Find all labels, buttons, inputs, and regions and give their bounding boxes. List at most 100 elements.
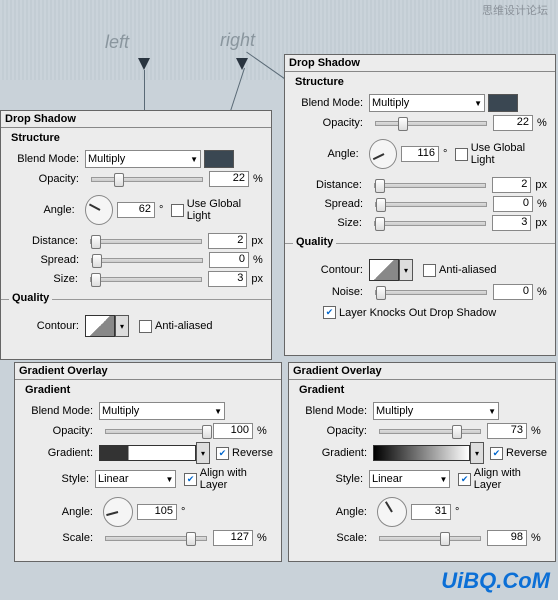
gradient-dropdown[interactable]: ▾	[196, 442, 210, 464]
blend-mode-select[interactable]: Multiply▼	[85, 150, 201, 168]
angle-input[interactable]: 62	[117, 202, 155, 218]
opacity-label: Opacity:	[9, 173, 85, 185]
blend-value: Multiply	[376, 405, 413, 417]
angle-label: Angle:	[293, 148, 365, 160]
noise-input[interactable]: 0	[493, 284, 533, 300]
size-slider[interactable]	[374, 221, 486, 226]
distance-label: Distance:	[293, 179, 368, 191]
blend-label: Blend Mode:	[9, 153, 85, 165]
blend-label: Blend Mode:	[293, 97, 369, 109]
contour-preview[interactable]	[85, 315, 115, 337]
blend-mode-select[interactable]: Multiply ▼	[373, 402, 499, 420]
aa-checkbox[interactable]	[423, 264, 436, 277]
align-label: Align with Layer	[474, 467, 547, 491]
distance-input[interactable]: 2	[492, 177, 531, 193]
align-checkbox[interactable]	[184, 473, 196, 486]
align-checkbox[interactable]	[458, 473, 470, 486]
noise-label: Noise:	[293, 286, 369, 298]
opacity-input[interactable]: 100	[213, 423, 253, 439]
opacity-slider[interactable]	[91, 177, 203, 182]
noise-slider[interactable]	[375, 290, 487, 295]
gradient-preview[interactable]	[373, 445, 470, 461]
go-panel-right: Gradient Overlay Gradient Blend Mode: Mu…	[288, 362, 556, 562]
spread-input[interactable]: 0	[493, 196, 533, 212]
opacity-input[interactable]: 73	[487, 423, 527, 439]
scale-slider[interactable]	[379, 536, 481, 541]
panel-header: Gradient Overlay	[15, 363, 281, 380]
section-gradient: Gradient	[25, 384, 281, 396]
blend-mode-select[interactable]: Multiply ▼	[369, 94, 485, 112]
scale-slider[interactable]	[105, 536, 207, 541]
aa-checkbox[interactable]	[139, 320, 152, 333]
blend-value: Multiply	[372, 97, 409, 109]
scale-input[interactable]: 127	[213, 530, 253, 546]
contour-dropdown[interactable]: ▾	[399, 259, 413, 281]
reverse-checkbox[interactable]	[216, 447, 229, 460]
size-slider[interactable]	[90, 277, 202, 282]
go-panel-left: Gradient Overlay Gradient Blend Mode: Mu…	[14, 362, 282, 562]
distance-slider[interactable]	[374, 183, 486, 188]
angle-knob[interactable]	[85, 195, 113, 225]
style-value: Linear	[372, 473, 403, 485]
left-arrow-icon	[138, 58, 150, 70]
style-select[interactable]: Linear▼	[95, 470, 176, 488]
global-light-checkbox[interactable]	[455, 148, 467, 161]
angle-label: Angle:	[23, 506, 99, 518]
angle-knob[interactable]	[377, 497, 407, 527]
opacity-slider[interactable]	[375, 121, 487, 126]
angle-input[interactable]: 116	[401, 146, 439, 162]
contour-dropdown[interactable]: ▾	[115, 315, 129, 337]
distance-slider[interactable]	[90, 239, 202, 244]
scale-input[interactable]: 98	[487, 530, 527, 546]
reverse-checkbox[interactable]	[490, 447, 503, 460]
aa-label: Anti-aliased	[155, 320, 212, 332]
angle-knob[interactable]	[103, 497, 133, 527]
blend-label: Blend Mode:	[297, 405, 373, 417]
angle-input[interactable]: 31	[411, 504, 451, 520]
size-input[interactable]: 3	[492, 215, 531, 231]
gradient-preview[interactable]	[99, 445, 196, 461]
size-label: Size:	[293, 217, 368, 229]
shadow-color-swatch[interactable]	[488, 94, 518, 112]
gradient-label: Gradient:	[23, 447, 99, 459]
chevron-down-icon: ▼	[474, 99, 482, 108]
angle-knob[interactable]	[369, 139, 397, 169]
size-input[interactable]: 3	[208, 271, 247, 287]
spread-label: Spread:	[293, 198, 369, 210]
ds-panel-left: Drop Shadow Structure Blend Mode: Multip…	[0, 110, 272, 360]
chevron-down-icon: ▼	[440, 475, 448, 484]
opacity-slider[interactable]	[379, 429, 481, 434]
opacity-input[interactable]: 22	[209, 171, 249, 187]
section-gradient: Gradient	[299, 384, 555, 396]
ds-panel-right: Drop Shadow Structure Blend Mode: Multip…	[284, 54, 556, 356]
panel-header: Drop Shadow	[285, 55, 555, 72]
blend-mode-select[interactable]: Multiply▼	[99, 402, 225, 420]
global-light-label: Use Global Light	[471, 142, 547, 166]
knocks-checkbox[interactable]	[323, 306, 336, 319]
gradient-dropdown[interactable]: ▾	[470, 442, 484, 464]
opacity-input[interactable]: 22	[493, 115, 533, 131]
global-light-checkbox[interactable]	[171, 204, 183, 217]
style-select[interactable]: Linear ▼	[369, 470, 450, 488]
angle-label: Angle:	[297, 506, 373, 518]
blend-value: Multiply	[88, 153, 125, 165]
global-light-label: Use Global Light	[187, 198, 263, 222]
gradient-label: Gradient:	[297, 447, 373, 459]
spread-slider[interactable]	[375, 202, 487, 207]
spread-input[interactable]: 0	[209, 252, 249, 268]
shadow-color-swatch[interactable]	[204, 150, 234, 168]
style-value: Linear	[98, 473, 129, 485]
chevron-down-icon: ▼	[488, 407, 496, 416]
distance-input[interactable]: 2	[208, 233, 247, 249]
spread-slider[interactable]	[91, 258, 203, 263]
style-label: Style:	[23, 473, 95, 485]
panel-header: Drop Shadow	[1, 111, 271, 128]
blend-label: Blend Mode:	[23, 405, 99, 417]
aa-label: Anti-aliased	[439, 264, 496, 276]
contour-label: Contour:	[9, 320, 85, 332]
scale-label: Scale:	[297, 532, 373, 544]
knocks-label: Layer Knocks Out Drop Shadow	[339, 307, 496, 319]
angle-input[interactable]: 105	[137, 504, 177, 520]
contour-preview[interactable]	[369, 259, 399, 281]
opacity-slider[interactable]	[105, 429, 207, 434]
